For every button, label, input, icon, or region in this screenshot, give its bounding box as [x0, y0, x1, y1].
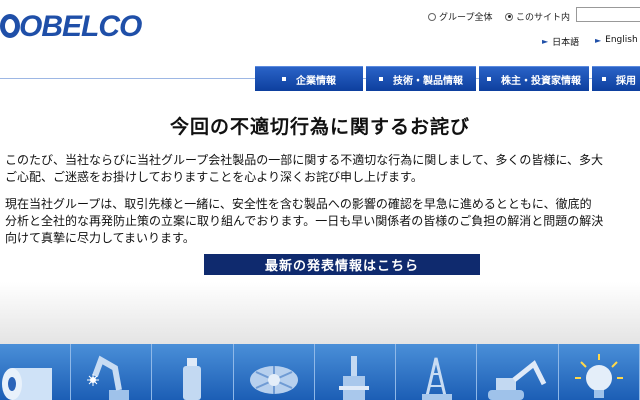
nav-item-technology-products[interactable]: 技術・製品情報: [366, 66, 476, 91]
scope-label: このサイト内: [516, 13, 571, 23]
page-title: 今回の不適切行為に関するお詫び: [169, 116, 470, 138]
bullet-icon: [379, 77, 383, 81]
radio-selected-icon[interactable]: [505, 12, 513, 21]
status-text-line: 向けて真摯に尽力してまいります。: [5, 231, 195, 245]
business-tile-engineering[interactable]: [315, 344, 397, 400]
search-input[interactable]: [576, 7, 640, 22]
radio-icon[interactable]: [428, 12, 436, 21]
bullet-icon: [602, 77, 606, 81]
plant-icon: [339, 356, 370, 400]
background-gradient: [0, 282, 640, 344]
status-text-line: 分析と全社的な再発防止策の立案に取り組んでおります。一日も早い関係者の皆様のご負…: [5, 214, 604, 228]
apology-text-line: このたび、当社ならびに当社グループ会社製品の一部に関する不適切な行為に関しまして…: [5, 153, 603, 167]
machinery-icon: [249, 366, 298, 394]
business-tile-excavator[interactable]: [477, 344, 559, 400]
arrow-right-icon: ►: [595, 35, 602, 45]
crane-icon: [422, 357, 453, 400]
status-text-line: 現在当社グループは、取引先様と一緒に、安全性を含む製品への影響の確認を早急に進め…: [5, 197, 592, 211]
business-tile-machinery[interactable]: [234, 344, 315, 400]
business-tile-steel[interactable]: [0, 344, 72, 400]
scope-option-group-all[interactable]: グループ全体: [428, 10, 492, 23]
bullet-icon: [282, 77, 286, 81]
business-tile-welding[interactable]: [71, 344, 153, 400]
scope-label: グループ全体: [439, 13, 493, 23]
bullet-icon: [487, 77, 491, 81]
language-link-japanese[interactable]: ► 日本語: [542, 35, 579, 48]
cylinder-icon: [182, 358, 201, 400]
nav-item-corporate[interactable]: 企業情報: [255, 66, 363, 91]
nav-item-recruit[interactable]: 採用: [592, 66, 640, 91]
nav-item-investors[interactable]: 株主・投資家情報: [479, 66, 589, 91]
lightbulb-icon: [574, 354, 623, 398]
arrow-right-icon: ►: [542, 37, 549, 46]
logo-ring-icon: [0, 14, 20, 38]
kobelco-logo[interactable]: OBELCO: [0, 10, 142, 44]
latest-announcement-button[interactable]: 最新の発表情報はこちら: [204, 254, 480, 275]
steel-coil-icon: [2, 368, 53, 400]
business-tile-construction[interactable]: [396, 344, 478, 400]
apology-text-line: ご心配、ご迷惑をお掛けしておりますことを心より深くお詫び申し上げます。: [5, 170, 423, 184]
scope-option-this-site[interactable]: このサイト内: [505, 10, 570, 23]
excavator-icon: [487, 360, 546, 400]
welding-robot-icon: [87, 355, 130, 400]
business-tile-energy[interactable]: [559, 344, 640, 400]
business-icon-bar: [0, 344, 640, 400]
business-tile-materials[interactable]: [152, 344, 234, 400]
language-link-english[interactable]: ► English: [595, 35, 638, 45]
